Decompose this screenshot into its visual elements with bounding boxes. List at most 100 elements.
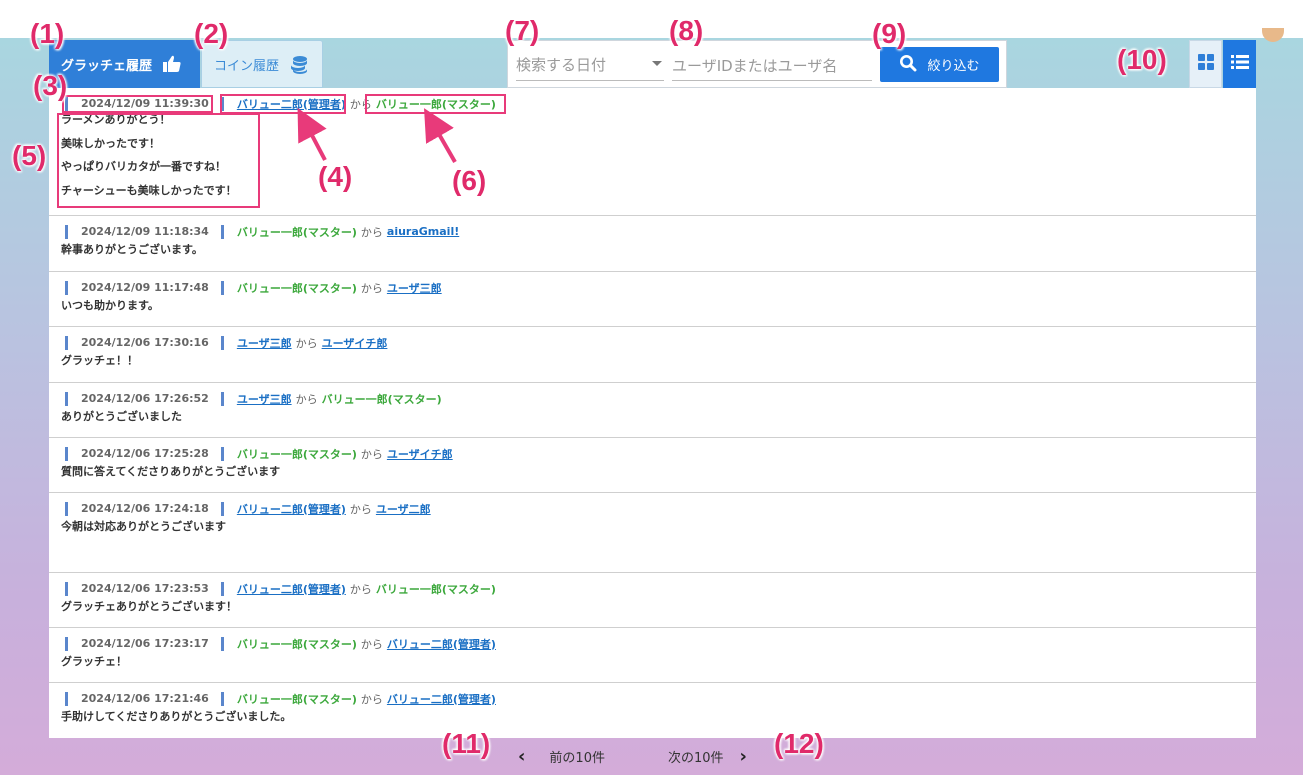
sender-name: バリュー一郎(マスター) xyxy=(236,447,357,461)
grid-view-button[interactable] xyxy=(1189,40,1222,88)
chevron-left-icon: ‹ xyxy=(518,746,526,767)
list-item: 2024/12/06 17:30:16 ユーザ三郎 から ユーザイチ郎 グラッチェ！！ xyxy=(49,327,1256,383)
timestamp: 2024/12/09 11:18:34 xyxy=(65,224,224,239)
annotation-11: (11) xyxy=(442,728,491,759)
annotation-3: (3) xyxy=(33,70,68,101)
receiver-link[interactable]: ユーザイチ郎 xyxy=(387,446,453,462)
timestamp: 2024/12/06 17:23:53 xyxy=(65,581,224,596)
from-label: から xyxy=(360,225,383,239)
message-line: ありがとうございました xyxy=(61,410,182,423)
list-item: 2024/12/06 17:25:28 バリュー一郎(マスター) から ユーザイチ郎 … xyxy=(49,438,1256,493)
message-body: グラッチェありがとうございます！ xyxy=(61,600,237,624)
message-body: いつも助かります。 xyxy=(61,299,159,323)
date-select[interactable]: 検索する日付 xyxy=(516,51,664,81)
list-item: 2024/12/09 11:17:48 バリュー一郎(マスター) から ユーザ三郎 い… xyxy=(49,272,1256,327)
message-line: 今朝は対応ありがとうございます xyxy=(61,520,226,533)
message-line: いつも助かります。 xyxy=(61,299,159,312)
message-line: グラッチェ！！ xyxy=(61,354,138,367)
annotation-4: (4) xyxy=(318,161,353,192)
message-body: 質問に答えてくださりありがとうございます xyxy=(61,465,280,489)
filter-button-label: 絞り込む xyxy=(927,59,980,74)
prev-page-label: 前の10件 xyxy=(549,751,605,766)
from-label: から xyxy=(360,692,383,706)
timestamp-highlight xyxy=(62,95,213,113)
from-label: から xyxy=(295,336,318,350)
next-page-label: 次の10件 xyxy=(668,751,724,766)
filter-button[interactable]: 絞り込む xyxy=(880,47,999,82)
list-item: 2024/12/06 17:23:53 バリュー二郎(管理者) から バリュー一郎(マ… xyxy=(49,573,1256,628)
sender-highlight xyxy=(220,94,346,114)
caret-down-icon xyxy=(652,61,662,66)
message-body: 今朝は対応ありがとうございます xyxy=(61,520,226,544)
annotation-10: (10) xyxy=(1117,44,1167,75)
message-line: グラッチェ！ xyxy=(61,655,127,668)
coins-icon xyxy=(289,54,309,74)
tab-gratche-history[interactable]: グラッチェ履歴 xyxy=(49,40,200,88)
sender-name: バリュー一郎(マスター) xyxy=(236,225,357,239)
receiver-link[interactable]: バリュー二郎(管理者) xyxy=(387,691,496,707)
list-item: 2024/12/06 17:24:18 バリュー二郎(管理者) から ユーザ二郎 今朝… xyxy=(49,493,1256,573)
receiver-name: バリュー一郎(マスター) xyxy=(321,392,442,406)
chevron-right-icon: › xyxy=(739,746,747,767)
sender-name: バリュー一郎(マスター) xyxy=(236,692,357,706)
message-line: 質問に答えてくださりありがとうございます xyxy=(61,465,281,478)
from-label: から xyxy=(360,637,383,651)
timestamp: 2024/12/06 17:26:52 xyxy=(65,391,224,406)
receiver-link[interactable]: aiuraGmail! xyxy=(387,225,459,238)
timestamp: 2024/12/06 17:25:28 xyxy=(65,446,224,461)
annotation-9: (9) xyxy=(872,18,907,49)
from-label: から xyxy=(349,582,372,596)
sender-name: バリュー一郎(マスター) xyxy=(236,637,357,651)
timestamp: 2024/12/06 17:23:17 xyxy=(65,636,224,651)
receiver-link[interactable]: ユーザイチ郎 xyxy=(322,335,388,351)
timestamp: 2024/12/09 11:17:48 xyxy=(65,280,224,295)
tab-gratche-label: グラッチェ履歴 xyxy=(61,58,153,74)
list-item: 2024/12/06 17:21:46 バリュー一郎(マスター) から バリュー二郎(… xyxy=(49,683,1256,738)
list-view-button[interactable] xyxy=(1223,40,1256,88)
timestamp: 2024/12/06 17:30:16 xyxy=(65,335,224,350)
prev-page-link[interactable]: ‹ 前の10件 xyxy=(518,746,605,767)
receiver-name: バリュー一郎(マスター) xyxy=(375,582,496,596)
timestamp: 2024/12/06 17:21:46 xyxy=(65,691,224,706)
annotation-7: (7) xyxy=(505,15,540,46)
sender-link[interactable]: ユーザ三郎 xyxy=(237,335,292,351)
thumbs-up-icon xyxy=(162,54,182,74)
receiver-highlight xyxy=(365,94,506,114)
search-icon xyxy=(899,54,917,76)
message-line: 幹事ありがとうございます。 xyxy=(61,243,203,256)
date-select-placeholder: 検索する日付 xyxy=(516,56,607,74)
from-label: から xyxy=(295,392,318,406)
list-item: 2024/12/09 11:18:34 バリュー一郎(マスター) から aiuraGm… xyxy=(49,216,1256,272)
message-line: 手助けしてくださりありがとうございました。 xyxy=(61,710,292,723)
annotation-2: (2) xyxy=(194,18,229,49)
annotation-6: (6) xyxy=(452,165,487,196)
list-item: 2024/12/06 17:23:17 バリュー一郎(マスター) から バリュー二郎(… xyxy=(49,628,1256,683)
next-page-link[interactable]: 次の10件 › xyxy=(668,746,747,767)
sender-name: バリュー一郎(マスター) xyxy=(236,281,357,295)
avatar[interactable] xyxy=(1262,28,1284,42)
message-highlight xyxy=(57,113,260,208)
sender-link[interactable]: ユーザ三郎 xyxy=(237,391,292,407)
from-label: から xyxy=(360,281,383,295)
annotation-1: (1) xyxy=(30,18,65,49)
list-icon xyxy=(1230,54,1249,74)
message-body: ありがとうございました xyxy=(61,410,182,434)
from-label: から xyxy=(349,502,372,516)
message-line: グラッチェありがとうございます！ xyxy=(61,600,237,613)
sender-link[interactable]: バリュー二郎(管理者) xyxy=(237,501,346,517)
annotation-12: (12) xyxy=(774,728,824,759)
grid-icon xyxy=(1197,53,1215,75)
timestamp: 2024/12/06 17:24:18 xyxy=(65,501,224,516)
receiver-link[interactable]: ユーザ三郎 xyxy=(387,280,442,296)
message-body: グラッチェ！！ xyxy=(61,354,138,378)
user-search-input[interactable] xyxy=(672,51,872,81)
from-label: から xyxy=(360,447,383,461)
annotation-5: (5) xyxy=(12,140,47,171)
receiver-link[interactable]: ユーザ二郎 xyxy=(376,501,431,517)
message-body: 手助けしてくださりありがとうございました。 xyxy=(61,710,291,734)
sender-link[interactable]: バリュー二郎(管理者) xyxy=(237,581,346,597)
tab-coin-label: コイン履歴 xyxy=(214,58,280,74)
annotation-8: (8) xyxy=(669,15,704,46)
receiver-link[interactable]: バリュー二郎(管理者) xyxy=(387,636,496,652)
search-panel: 検索する日付 絞り込む xyxy=(507,40,1007,88)
